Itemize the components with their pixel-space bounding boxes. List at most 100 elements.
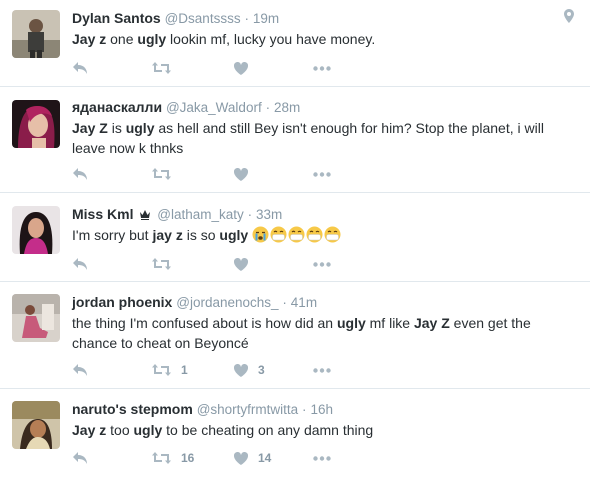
text-segment-bold: ugly (219, 227, 249, 243)
retweet-button[interactable] (152, 164, 181, 184)
text-segment-bold: Jay z (72, 31, 107, 47)
retweet-button[interactable] (152, 58, 181, 78)
text-segment: mf like (365, 315, 414, 331)
more-button[interactable] (313, 58, 331, 78)
tweet-actions (72, 164, 372, 184)
user-handle[interactable]: @jordanenochs_ (176, 295, 278, 310)
reply-icon (73, 168, 87, 180)
like-button[interactable] (234, 58, 258, 78)
user-handle[interactable]: @shortyfrmtwitta (197, 402, 298, 417)
retweet-count: 1 (181, 363, 188, 377)
text-segment-bold: Jay Z (413, 315, 450, 331)
tweet-text: the thing I'm confused about is how did … (72, 313, 572, 353)
user-name[interactable]: яданаскалли (72, 99, 162, 115)
like-icon (234, 257, 248, 271)
mask-emoji (270, 226, 287, 248)
more-icon (313, 65, 331, 71)
like-count: 14 (258, 451, 272, 465)
retweet-icon (152, 258, 171, 270)
timestamp[interactable]: 33m (256, 207, 282, 222)
reply-button[interactable] (72, 360, 88, 380)
tweet-header: naruto's stepmom @shortyfrmtwitta · 16h (72, 400, 560, 419)
retweet-button[interactable]: 16 (152, 448, 194, 468)
avatar[interactable] (12, 100, 60, 148)
tweet[interactable]: Miss Kml @latham_katy · 33m I'm sorry bu… (0, 193, 590, 282)
reply-button[interactable] (72, 164, 88, 184)
reply-button[interactable] (72, 448, 88, 468)
tweet-header: jordan phoenix @jordanenochs_ · 41m (72, 293, 560, 312)
user-handle[interactable]: @Jaka_Waldorf (166, 100, 262, 115)
text-segment: to be cheating on any damn thing (162, 422, 374, 438)
retweet-icon (152, 452, 171, 464)
text-segment: too (106, 422, 134, 438)
tweet-text: Jay z one ugly lookin mf, lucky you have… (72, 29, 572, 49)
tweet-text: Jay z too ugly to be cheating on any dam… (72, 420, 572, 440)
like-button[interactable] (234, 164, 258, 184)
reply-button[interactable] (72, 58, 88, 78)
reply-icon (73, 62, 87, 74)
tweet-actions (72, 58, 372, 78)
user-name[interactable]: Miss Kml (72, 206, 133, 222)
tweet-text: Jay Z is ugly as hell and still Bey isn'… (72, 118, 572, 158)
user-name[interactable]: Dylan Santos (72, 10, 161, 26)
text-segment-bold: jay z (152, 227, 183, 243)
more-icon (313, 367, 331, 373)
text-segment-bold: ugly (137, 31, 167, 47)
timestamp[interactable]: 28m (274, 100, 300, 115)
more-button[interactable] (313, 360, 331, 380)
avatar[interactable] (12, 401, 60, 449)
tweet[interactable]: naruto's stepmom @shortyfrmtwitta · 16h … (0, 389, 590, 479)
reply-icon (73, 364, 87, 376)
mask-emoji (306, 226, 323, 248)
text-segment-bold: ugly (133, 422, 163, 438)
tweet-header: яданаскалли @Jaka_Waldorf · 28m (72, 98, 560, 117)
tweet[interactable]: Dylan Santos @Dsantssss · 19m Jay z one … (0, 0, 590, 87)
like-button[interactable] (234, 254, 258, 274)
tweet[interactable]: jordan phoenix @jordanenochs_ · 41m the … (0, 282, 590, 389)
avatar[interactable] (12, 294, 60, 342)
user-name[interactable]: naruto's stepmom (72, 401, 193, 417)
retweet-button[interactable] (152, 254, 181, 274)
separator-dot: · (282, 295, 287, 310)
text-segment: I'm sorry but (72, 227, 153, 243)
text-segment-bold: Jay z (72, 422, 107, 438)
timestamp[interactable]: 41m (291, 295, 317, 310)
like-icon (234, 167, 248, 181)
text-segment: the thing I'm confused about is how did … (72, 315, 337, 331)
timestamp[interactable]: 19m (253, 11, 279, 26)
like-icon (234, 451, 248, 465)
separator-dot: · (265, 100, 271, 115)
timestamp[interactable]: 16h (310, 402, 333, 417)
separator-dot: · (244, 11, 249, 26)
tweet[interactable]: яданаскалли @Jaka_Waldorf · 28m Jay Z is… (0, 87, 590, 193)
location-pin-icon[interactable] (564, 9, 574, 28)
tweet-actions (72, 254, 372, 274)
tweet-actions: 16 14 (72, 448, 372, 468)
user-name[interactable]: jordan phoenix (72, 294, 172, 310)
tweet-header: Miss Kml @latham_katy · 33m (72, 205, 560, 224)
retweet-button[interactable]: 1 (152, 360, 188, 380)
text-segment-bold: ugly (125, 120, 155, 136)
more-icon (313, 261, 331, 267)
text-segment: one (106, 31, 138, 47)
user-handle[interactable]: @Dsantssss (165, 11, 241, 26)
tweet-actions: 1 3 (72, 360, 372, 380)
avatar[interactable] (12, 10, 60, 58)
reply-icon (73, 452, 87, 464)
like-button[interactable]: 3 (234, 360, 265, 380)
reply-button[interactable] (72, 254, 88, 274)
retweet-count: 16 (181, 451, 195, 465)
text-segment-bold: ugly (336, 315, 366, 331)
more-button[interactable] (313, 164, 331, 184)
more-button[interactable] (313, 448, 331, 468)
text-segment: is (107, 120, 126, 136)
more-button[interactable] (313, 254, 331, 274)
text-segment-bold: Jay Z (72, 120, 108, 136)
text-segment: is so (182, 227, 220, 243)
like-button[interactable]: 14 (234, 448, 271, 468)
reply-icon (73, 258, 87, 270)
avatar[interactable] (12, 206, 60, 254)
more-icon (313, 455, 331, 461)
tweet-text: I'm sorry but jay z is so ugly (72, 225, 572, 248)
user-handle[interactable]: @latham_katy (157, 207, 244, 222)
